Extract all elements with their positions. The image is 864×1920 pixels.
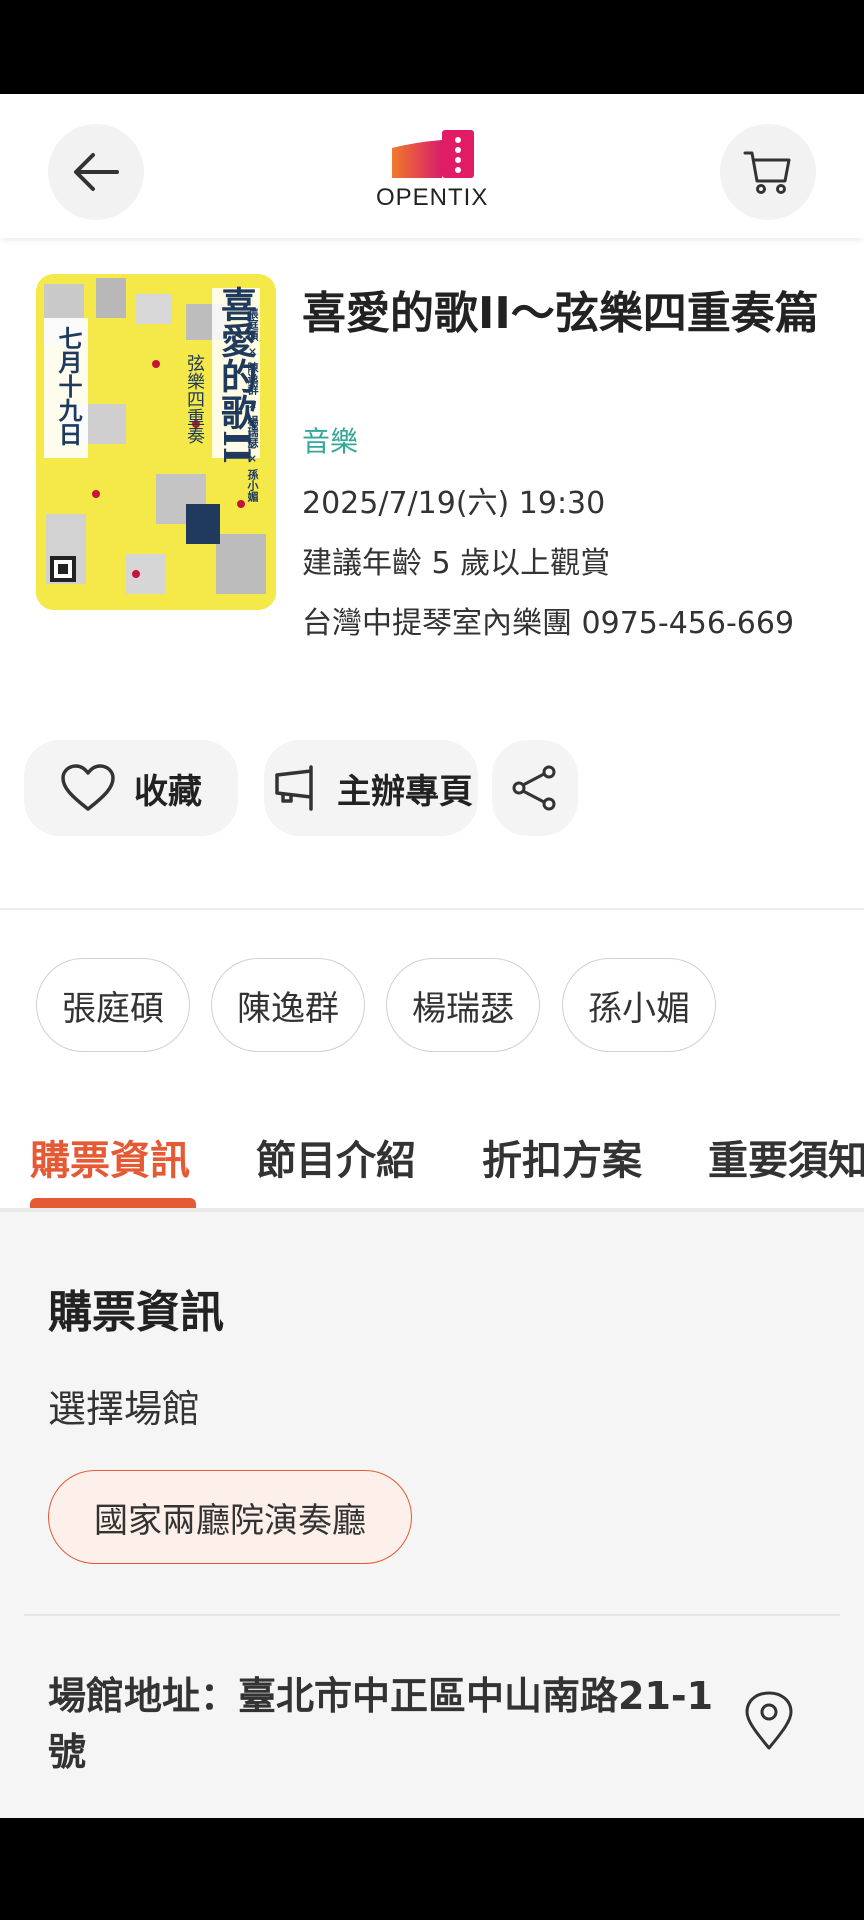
poster-date: 七月十九日 (54, 326, 83, 446)
opentix-logo: OPENTIX (376, 130, 488, 214)
performer-chip[interactable]: 孫小媚 (562, 958, 716, 1052)
map-pin-icon (745, 1691, 793, 1750)
favorite-label: 收藏 (134, 771, 202, 812)
heart-icon (61, 764, 115, 811)
event-poster[interactable]: 喜愛的歌II 弦樂四重奏 張庭碩 × 陳逸群 × 楊瑞瑟 × 孫小媚 七月十九日 (36, 274, 276, 610)
section-divider (0, 908, 864, 910)
event-title: 喜愛的歌II～弦樂四重奏篇 (302, 288, 819, 339)
flag-icon (275, 765, 313, 811)
tab-discounts[interactable]: 折扣方案 (482, 1128, 642, 1186)
performer-chip[interactable]: 張庭碩 (36, 958, 190, 1052)
brand-name: OPENTIX (376, 184, 489, 211)
arrow-left-icon (74, 153, 119, 191)
venue-address: 場館地址：臺北市中正區中山南路21-1號 (48, 1674, 714, 1774)
event-datetime: 2025/7/19(六) 19:30 (302, 486, 606, 521)
system-nav-bar (0, 1818, 864, 1920)
tab-program-intro[interactable]: 節目介紹 (256, 1128, 416, 1186)
tab-important-notes[interactable]: 重要須知 (708, 1128, 864, 1186)
poster-performers: 張庭碩 × 陳逸群 × 楊瑞瑟 × 孫小媚 (246, 308, 259, 502)
location-button[interactable] (742, 1690, 796, 1756)
share-icon (512, 765, 556, 811)
performer-chip[interactable]: 陳逸群 (211, 958, 365, 1052)
top-nav-bar: OPENTIX (0, 94, 864, 238)
content-divider (24, 1614, 840, 1616)
ticket-info-section: 購票資訊 選擇場館 國家兩廳院演奏廳 場館地址：臺北市中正區中山南路21-1號 (0, 1212, 864, 1818)
back-button[interactable] (48, 124, 144, 220)
event-category[interactable]: 音樂 (302, 420, 358, 460)
favorite-button[interactable]: 收藏 (24, 740, 238, 836)
poster-subtitle: 弦樂四重奏 (184, 354, 205, 444)
venue-chip[interactable]: 國家兩廳院演奏廳 (48, 1470, 412, 1564)
event-organizer: 台灣中提琴室內樂團 0975-456-669 (302, 606, 795, 641)
cart-button[interactable] (720, 124, 816, 220)
tab-ticket-info[interactable]: 購票資訊 (30, 1128, 190, 1186)
venue-select-label: 選擇場館 (48, 1387, 201, 1431)
status-bar (0, 0, 864, 94)
event-age-rating: 建議年齡 5 歲以上觀賞 (302, 546, 611, 581)
share-button[interactable] (492, 740, 578, 836)
section-heading: 購票資訊 (48, 1287, 224, 1338)
organizer-page-button[interactable]: 主辦專頁 (264, 740, 478, 836)
cart-icon (743, 151, 791, 194)
performer-chip[interactable]: 楊瑞瑟 (386, 958, 540, 1052)
organizer-page-label: 主辦專頁 (337, 771, 473, 812)
